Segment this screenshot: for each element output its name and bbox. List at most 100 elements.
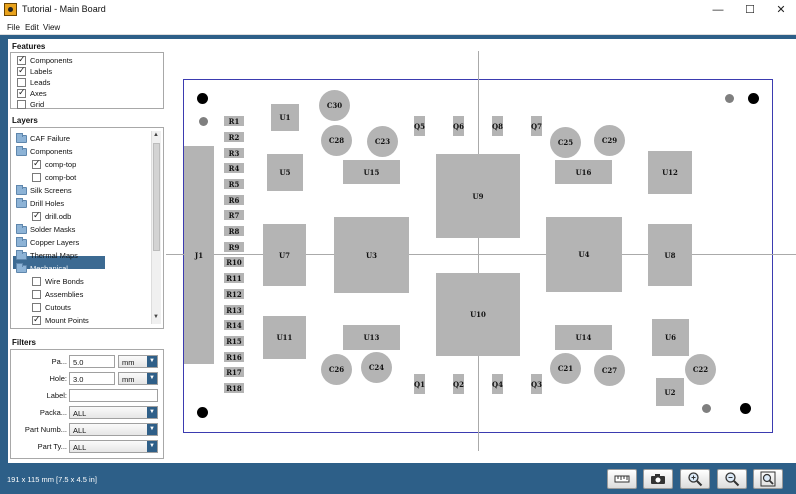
- fiducial[interactable]: [199, 117, 208, 126]
- component-r13[interactable]: R13: [224, 305, 244, 315]
- component-r12[interactable]: R12: [224, 289, 244, 299]
- component-r14[interactable]: R14: [224, 320, 244, 330]
- cutouts-checkbox[interactable]: [32, 303, 41, 312]
- component-c28[interactable]: C28: [321, 125, 352, 156]
- component-c25[interactable]: C25: [550, 127, 581, 158]
- mount-points-checkbox[interactable]: [32, 314, 41, 325]
- mount-point[interactable]: [197, 93, 208, 104]
- component-u3[interactable]: U3: [334, 217, 409, 293]
- zoom-in-button[interactable]: [680, 469, 710, 489]
- component-u8[interactable]: U8: [648, 224, 692, 286]
- component-q4[interactable]: Q4: [492, 374, 503, 394]
- hole-input[interactable]: 3.0: [69, 372, 115, 385]
- layers-scrollbar[interactable]: ▲ ▼: [151, 131, 161, 324]
- component-r16[interactable]: R16: [224, 352, 244, 362]
- layer-drill-odb[interactable]: drill.odb: [45, 212, 71, 221]
- component-q5[interactable]: Q5: [414, 116, 425, 136]
- component-r9[interactable]: R9: [224, 242, 244, 252]
- component-u2[interactable]: U2: [656, 378, 684, 406]
- menu-file[interactable]: File: [7, 23, 20, 32]
- layer-caf-failure[interactable]: CAF Failure: [30, 134, 70, 143]
- component-r7[interactable]: R7: [224, 210, 244, 220]
- component-r6[interactable]: R6: [224, 195, 244, 205]
- component-r15[interactable]: R15: [224, 336, 244, 346]
- components-checkbox[interactable]: [17, 54, 26, 65]
- menu-edit[interactable]: Edit: [25, 23, 39, 32]
- scroll-up-icon[interactable]: ▲: [153, 132, 159, 138]
- scroll-thumb[interactable]: [153, 143, 160, 251]
- component-c24[interactable]: C24: [361, 352, 392, 383]
- component-r10[interactable]: R10: [224, 257, 244, 267]
- assemblies-checkbox[interactable]: [32, 290, 41, 299]
- component-r1[interactable]: R1: [224, 116, 244, 126]
- component-u15[interactable]: U15: [343, 160, 400, 184]
- component-r18[interactable]: R18: [224, 383, 244, 393]
- component-c21[interactable]: C21: [550, 353, 581, 384]
- component-r3[interactable]: R3: [224, 148, 244, 158]
- component-u6[interactable]: U6: [652, 319, 689, 356]
- component-q3[interactable]: Q3: [531, 374, 542, 394]
- zoom-out-button[interactable]: [717, 469, 747, 489]
- layer-thermal-maps[interactable]: Thermal Maps: [30, 251, 78, 260]
- component-u16[interactable]: U16: [555, 160, 612, 184]
- zoom-fit-button[interactable]: [753, 469, 783, 489]
- component-q7[interactable]: Q7: [531, 116, 542, 136]
- component-u11[interactable]: U11: [263, 316, 306, 359]
- layer-wire-bonds[interactable]: Wire Bonds: [45, 277, 84, 286]
- component-c29[interactable]: C29: [594, 125, 625, 156]
- component-u9[interactable]: U9: [436, 154, 520, 238]
- axes-checkbox[interactable]: [17, 87, 26, 98]
- layer-comp-top[interactable]: comp-top: [45, 160, 76, 169]
- component-c30[interactable]: C30: [319, 90, 350, 121]
- component-q6[interactable]: Q6: [453, 116, 464, 136]
- layer-cutouts[interactable]: Cutouts: [45, 303, 71, 312]
- component-u12[interactable]: U12: [648, 151, 692, 194]
- component-r17[interactable]: R17: [224, 367, 244, 377]
- pad-input[interactable]: 5.0: [69, 355, 115, 368]
- component-r11[interactable]: R11: [224, 273, 244, 283]
- part-type-select[interactable]: ALL ▼: [69, 440, 158, 453]
- grid-checkbox[interactable]: [17, 100, 26, 109]
- component-u10[interactable]: U10: [436, 273, 520, 356]
- component-r2[interactable]: R2: [224, 132, 244, 142]
- component-q2[interactable]: Q2: [453, 374, 464, 394]
- component-u4[interactable]: U4: [546, 217, 622, 292]
- layer-comp-bot[interactable]: comp-bot: [45, 173, 76, 182]
- scroll-down-icon[interactable]: ▼: [153, 314, 159, 320]
- mount-point[interactable]: [197, 407, 208, 418]
- layer-solder-masks[interactable]: Solder Masks: [30, 225, 75, 234]
- part-number-select[interactable]: ALL ▼: [69, 423, 158, 436]
- component-j1[interactable]: J1: [184, 146, 214, 364]
- layer-drill-holes[interactable]: Drill Holes: [30, 199, 64, 208]
- layer-assemblies[interactable]: Assemblies: [45, 290, 83, 299]
- component-c23[interactable]: C23: [367, 126, 398, 157]
- component-r4[interactable]: R4: [224, 163, 244, 173]
- mount-point[interactable]: [748, 93, 759, 104]
- component-q1[interactable]: Q1: [414, 374, 425, 394]
- package-select[interactable]: ALL ▼: [69, 406, 158, 419]
- component-r5[interactable]: R5: [224, 179, 244, 189]
- component-u1[interactable]: U1: [271, 104, 299, 131]
- pad-unit-select[interactable]: mm ▼: [118, 355, 158, 368]
- maximize-button[interactable]: ☐: [735, 1, 765, 19]
- board-canvas[interactable]: J1 R1 R2 R3 R4 R5 R6 R7 R8 R9 R10 R11 R1…: [166, 39, 796, 463]
- minimize-button[interactable]: —: [703, 1, 733, 19]
- component-c27[interactable]: C27: [594, 355, 625, 386]
- layer-components[interactable]: Components: [30, 147, 73, 156]
- menu-view[interactable]: View: [43, 23, 60, 32]
- layer-copper-layers[interactable]: Copper Layers: [30, 238, 79, 247]
- component-c26[interactable]: C26: [321, 354, 352, 385]
- leads-checkbox[interactable]: [17, 78, 26, 87]
- wire-bonds-checkbox[interactable]: [32, 277, 41, 286]
- component-u14[interactable]: U14: [555, 325, 612, 350]
- measure-button[interactable]: [607, 469, 637, 489]
- layer-mount-points[interactable]: Mount Points: [45, 316, 89, 325]
- hole-unit-select[interactable]: mm ▼: [118, 372, 158, 385]
- mount-point[interactable]: [740, 403, 751, 414]
- layer-mechanical[interactable]: Mechanical: [30, 264, 68, 273]
- component-q8[interactable]: Q8: [492, 116, 503, 136]
- fiducial[interactable]: [702, 404, 711, 413]
- comp-top-checkbox[interactable]: [32, 158, 41, 169]
- component-u5[interactable]: U5: [267, 154, 303, 191]
- component-u7[interactable]: U7: [263, 224, 306, 286]
